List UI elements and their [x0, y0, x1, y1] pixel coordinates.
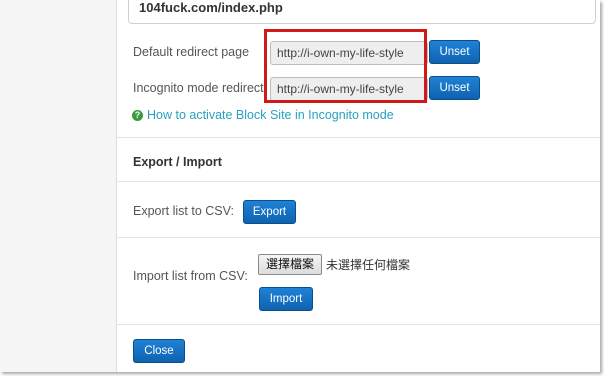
divider [116, 137, 600, 138]
question-icon: ? [132, 110, 143, 121]
unset-default-button[interactable]: Unset [429, 40, 480, 64]
export-csv-label: Export list to CSV: [133, 204, 234, 218]
export-import-title: Export / Import [133, 155, 222, 169]
unset-incognito-button[interactable]: Unset [429, 76, 480, 100]
blocked-url-text: 104fuck.com/index.php [139, 0, 283, 15]
import-button[interactable]: Import [259, 287, 313, 311]
close-button[interactable]: Close [133, 339, 185, 363]
incognito-help-link-text: How to activate Block Site in Incognito … [147, 108, 394, 122]
default-redirect-label: Default redirect page [133, 45, 250, 59]
red-highlight-box [264, 29, 427, 103]
divider [116, 324, 600, 325]
import-csv-label: Import list from CSV: [133, 269, 248, 283]
choose-file-button[interactable]: 選擇檔案 [258, 254, 322, 275]
incognito-help-link[interactable]: ? How to activate Block Site in Incognito… [132, 108, 394, 122]
incognito-redirect-label: Incognito mode redirect [133, 81, 264, 95]
export-button[interactable]: Export [243, 200, 296, 224]
file-status-text: 未選擇任何檔案 [326, 258, 411, 272]
divider [116, 237, 600, 238]
screenshot-frame: 104fuck.com/index.php Default redirect p… [0, 0, 600, 372]
blocked-url-field[interactable]: 104fuck.com/index.php [128, 0, 596, 24]
divider [116, 181, 600, 182]
